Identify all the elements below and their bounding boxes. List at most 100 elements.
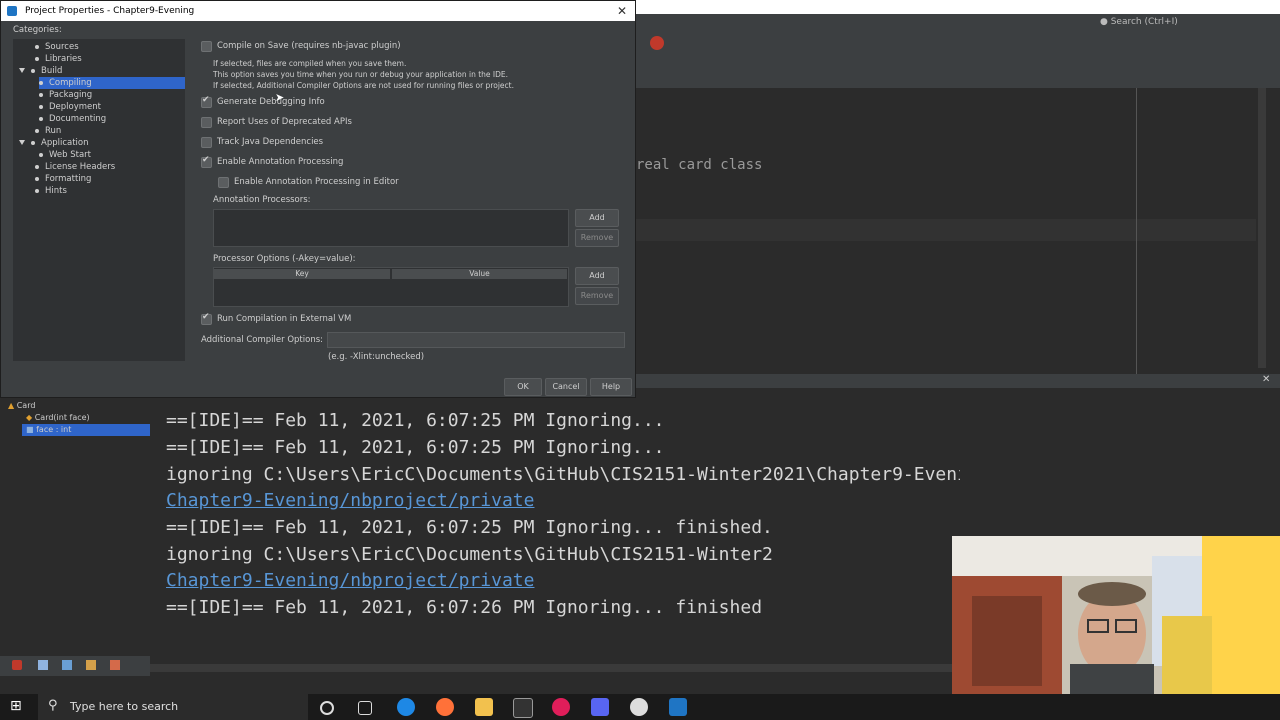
task-view-icon[interactable]	[358, 701, 372, 715]
netbeans-icon[interactable]	[669, 698, 687, 716]
table-header-key[interactable]: Key	[214, 269, 390, 279]
output-scrollbar[interactable]	[150, 664, 960, 672]
enable-annotation-label: Enable Annotation Processing	[217, 157, 344, 167]
mouse-cursor-icon: ➤	[275, 91, 285, 104]
cortana-icon[interactable]	[320, 701, 334, 715]
report-deprecated-checkbox[interactable]	[201, 117, 212, 128]
categories-tree[interactable]: Sources Libraries Build Compiling Packag…	[13, 39, 185, 361]
node-icon	[35, 56, 39, 61]
output-window[interactable]: ==[IDE]== Feb 11, 2021, 6:07:25 PM Ignor…	[150, 400, 960, 662]
add-processor-button[interactable]: Add	[575, 209, 619, 227]
additional-options-hint: (e.g. -Xlint:unchecked)	[328, 352, 425, 362]
output-link[interactable]: Chapter9-Evening/nbproject/private	[166, 570, 534, 591]
additional-options-input[interactable]	[327, 332, 625, 348]
help-button[interactable]: Help	[590, 378, 632, 396]
navigator-item[interactable]: ■ face : int	[22, 424, 152, 436]
table-header-value[interactable]: Value	[392, 269, 567, 279]
processor-options-label: Processor Options (-Akey=value):	[213, 254, 356, 264]
file-explorer-icon[interactable]	[475, 698, 493, 716]
categories-label: Categories:	[13, 25, 62, 35]
compile-description: If selected, Additional Compiler Options…	[213, 81, 514, 90]
navigator-panel: ▲ Card ◆ Card(int face) ■ face : int	[0, 374, 152, 694]
discord-icon[interactable]	[591, 698, 609, 716]
github-icon[interactable]	[630, 698, 648, 716]
output-line: ==[IDE]== Feb 11, 2021, 6:07:25 PM Ignor…	[166, 410, 665, 431]
node-icon	[35, 188, 39, 193]
search-icon: ●	[1100, 17, 1111, 27]
debug-icon[interactable]	[650, 36, 664, 50]
tree-item-license-headers[interactable]: License Headers	[35, 161, 115, 173]
remove-processor-button[interactable]: Remove	[575, 229, 619, 247]
tree-item-documenting[interactable]: Documenting	[39, 113, 106, 125]
tree-item-deployment[interactable]: Deployment	[39, 101, 101, 113]
output-link[interactable]: Chapter9-Evening/nbproject/private	[166, 490, 534, 511]
tree-item-application[interactable]: Application	[19, 137, 89, 149]
add-option-button[interactable]: Add	[575, 267, 619, 285]
close-icon[interactable]: ✕	[617, 1, 627, 21]
webcam-image	[952, 536, 1280, 696]
node-icon	[39, 152, 43, 157]
node-icon	[39, 80, 43, 85]
filter-icon[interactable]	[12, 660, 22, 670]
compile-description: If selected, files are compiled when you…	[213, 59, 407, 68]
annotation-processors-list[interactable]	[213, 209, 569, 247]
track-dependencies-checkbox[interactable]	[201, 137, 212, 148]
navigator-item[interactable]: ◆ Card(int face)	[26, 412, 90, 424]
report-deprecated-label: Report Uses of Deprecated APIs	[217, 117, 352, 127]
ok-button[interactable]: OK	[504, 378, 542, 396]
editor-scrollbar[interactable]	[1258, 88, 1266, 368]
navigator-root[interactable]: ▲ Card	[8, 400, 35, 412]
node-icon	[39, 92, 43, 97]
tree-item-libraries[interactable]: Libraries	[35, 53, 82, 65]
close-icon[interactable]: ✕	[1262, 374, 1270, 385]
webcam-overlay	[952, 536, 1280, 696]
cancel-button[interactable]: Cancel	[545, 378, 587, 396]
remove-option-button[interactable]: Remove	[575, 287, 619, 305]
ide-search-placeholder: Search (Ctrl+I)	[1110, 17, 1178, 27]
expand-icon[interactable]	[19, 68, 25, 73]
compile-on-save-checkbox[interactable]	[201, 41, 212, 52]
node-icon	[39, 116, 43, 121]
static-icon[interactable]	[62, 660, 72, 670]
ide-editor-tabbar	[636, 54, 1280, 89]
firefox-icon[interactable]	[436, 698, 454, 716]
ide-title-bar	[636, 0, 1280, 14]
inherited-icon[interactable]	[86, 660, 96, 670]
enable-annotation-checkbox[interactable]	[201, 155, 212, 168]
tree-item-build[interactable]: Build	[19, 65, 62, 77]
fields-icon[interactable]	[38, 660, 48, 670]
tree-item-run[interactable]: Run	[35, 125, 61, 137]
node-icon	[35, 128, 39, 133]
expand-icon[interactable]	[19, 140, 25, 145]
constructor-icon: ◆	[26, 413, 35, 422]
windows-start-icon[interactable]: ⊞	[10, 698, 22, 714]
editor-right-margin	[1136, 88, 1137, 374]
slack-icon[interactable]	[552, 698, 570, 716]
edge-icon[interactable]	[397, 698, 415, 716]
field-icon: ■	[26, 425, 37, 434]
annotation-editor-label: Enable Annotation Processing in Editor	[234, 177, 399, 187]
track-dependencies-label: Track Java Dependencies	[217, 137, 324, 147]
sort-icon[interactable]	[110, 660, 120, 670]
annotation-editor-checkbox[interactable]	[218, 177, 229, 188]
node-icon	[31, 68, 35, 73]
additional-options-label: Additional Compiler Options:	[201, 335, 323, 345]
tree-item-packaging[interactable]: Packaging	[39, 89, 92, 101]
generate-debug-checkbox[interactable]	[201, 95, 212, 108]
tree-item-web-start[interactable]: Web Start	[39, 149, 91, 161]
output-line: ==[IDE]== Feb 11, 2021, 6:07:26 PM Ignor…	[166, 597, 763, 618]
output-line: ==[IDE]== Feb 11, 2021, 6:07:25 PM Ignor…	[166, 517, 773, 538]
ide-search-field[interactable]: ● Search (Ctrl+I)	[1100, 14, 1280, 30]
output-line: ignoring C:\Users\EricC\Documents\GitHub…	[166, 544, 773, 565]
tree-item-sources[interactable]: Sources	[35, 41, 79, 53]
tree-item-formatting[interactable]: Formatting	[35, 173, 91, 185]
tree-item-compiling[interactable]: Compiling	[39, 77, 185, 89]
tree-item-hints[interactable]: Hints	[35, 185, 67, 197]
ide-toolbar	[636, 32, 1280, 54]
node-icon	[39, 104, 43, 109]
node-icon	[31, 140, 35, 145]
run-external-vm-checkbox[interactable]	[201, 312, 212, 325]
project-properties-dialog: Project Properties - Chapter9-Evening ✕ …	[0, 0, 636, 398]
navigator-toolbar	[0, 656, 150, 676]
terminal-icon[interactable]	[513, 698, 533, 718]
